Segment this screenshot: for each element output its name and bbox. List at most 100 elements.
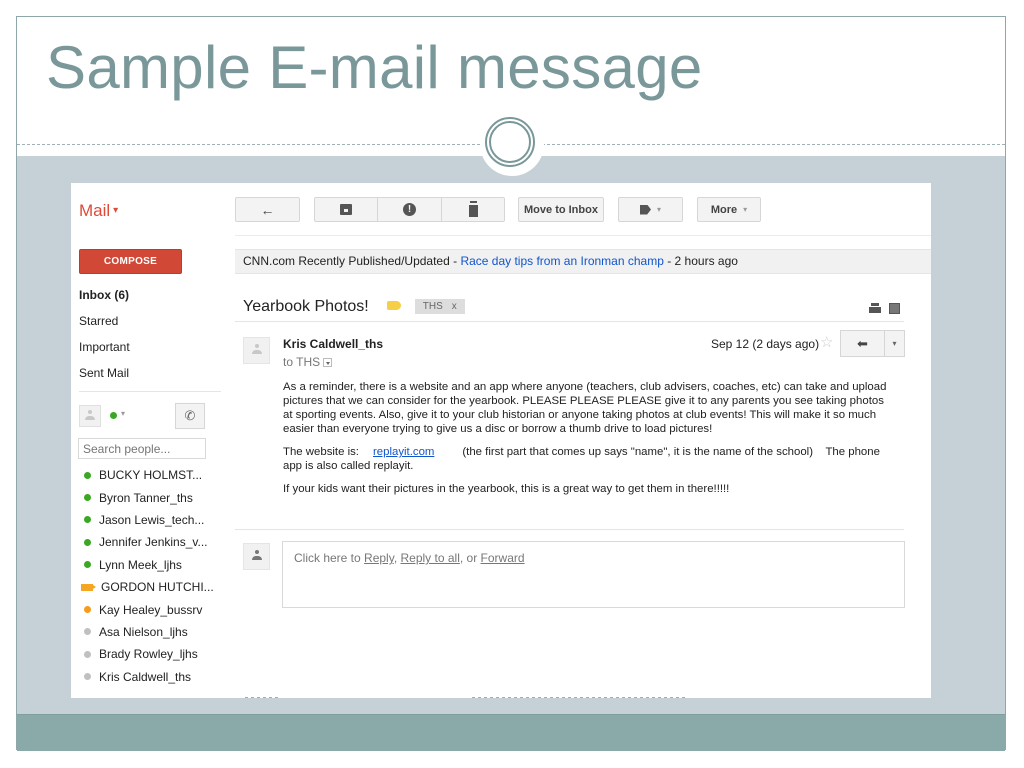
delete-button[interactable] (441, 197, 505, 222)
mail-label: Mail (79, 201, 111, 220)
contact-name: GORDON HUTCHI... (101, 580, 214, 595)
mail-menu[interactable]: Mail ▾ (79, 201, 118, 221)
subject-actions (869, 303, 900, 314)
body-paragraph: If your kids want their pictures in the … (283, 483, 730, 495)
search-people-input[interactable] (78, 438, 206, 459)
status-available-icon[interactable] (110, 412, 117, 419)
contact-name: Asa Nielson_ljhs (99, 624, 188, 639)
contact-item[interactable]: Kay Healey_bussrv (81, 598, 221, 620)
web-clip-source: CNN.com Recently Published/Updated (243, 254, 450, 268)
web-clip-bar: CNN.com Recently Published/Updated - Rac… (235, 249, 931, 274)
separator: - (663, 254, 675, 268)
status-available-icon (84, 538, 91, 546)
gmail-window: Mail ▾ ← ! Move to Inbox ▾ More ▾ COMPOSE (71, 183, 931, 698)
back-arrow-icon: ← (260, 201, 275, 218)
reply-link[interactable]: Reply (364, 551, 394, 565)
nav-item-starred[interactable]: Starred (79, 313, 219, 339)
sender-name[interactable]: Kris Caldwell_ths (283, 337, 383, 351)
status-offline-icon (84, 673, 91, 681)
sender-avatar (243, 337, 270, 364)
label-chip[interactable]: THS x (414, 299, 465, 314)
chevron-down-icon: ▾ (113, 205, 119, 216)
archive-button[interactable] (314, 197, 378, 222)
chat-controls: ▾ ✆ (79, 403, 221, 429)
call-button[interactable]: ✆ (175, 403, 205, 429)
person-icon (251, 550, 262, 562)
folder-nav: Inbox (6) Starred Important Sent Mail (79, 287, 219, 391)
contact-item[interactable]: Lynn Meek_ljhs (81, 554, 221, 576)
contact-item[interactable]: Byron Tanner_ths (81, 486, 221, 508)
new-window-icon[interactable] (889, 303, 900, 314)
my-avatar (243, 543, 270, 570)
quick-reply-box[interactable]: Click here to Reply, Reply to all, or Fo… (282, 541, 905, 608)
nav-item-inbox[interactable]: Inbox (6) (79, 287, 219, 313)
trash-icon (468, 202, 478, 217)
message-body: As a reminder, there is a website and an… (283, 380, 893, 505)
status-offline-icon (84, 628, 91, 636)
contact-item[interactable]: Asa Nielson_ljhs (81, 621, 221, 643)
reply-all-link[interactable]: Reply to all (401, 551, 460, 565)
reply-button[interactable]: ⬅ (840, 330, 885, 357)
clipped-footer (235, 692, 931, 698)
star-icon[interactable]: ☆ (820, 333, 833, 351)
medallion-ornament-icon (480, 112, 544, 176)
archive-icon (340, 204, 352, 215)
remove-label-icon[interactable]: x (452, 301, 457, 312)
separator: - (449, 254, 461, 268)
back-button[interactable]: ← (235, 197, 300, 222)
toolbar-divider (235, 235, 931, 236)
more-actions-button[interactable]: ▾ (884, 330, 905, 357)
subject-divider (235, 321, 904, 322)
contact-item[interactable]: Jennifer Jenkins_v... (81, 531, 221, 553)
web-clip-headline-link[interactable]: Race day tips from an Ironman champ (460, 254, 663, 268)
contact-item[interactable]: Jason Lewis_tech... (81, 509, 221, 531)
reply-prompt: Click here to (294, 551, 365, 565)
status-available-icon (84, 494, 91, 502)
footer-band (17, 714, 1005, 751)
contact-name: Jason Lewis_tech... (99, 512, 205, 527)
more-button[interactable]: More ▾ (697, 197, 761, 222)
contact-name: Kay Healey_bussrv (99, 602, 203, 617)
label-icon (639, 204, 651, 215)
contact-name: Kris Caldwell_ths (99, 669, 192, 684)
labels-button[interactable]: ▾ (618, 197, 683, 222)
contact-item[interactable]: Brady Rowley_ljhs (81, 643, 221, 665)
reply-icon: ⬅ (857, 336, 868, 351)
compose-button[interactable]: COMPOSE (79, 249, 182, 274)
nav-item-sent-mail[interactable]: Sent Mail (79, 365, 219, 391)
phone-icon: ✆ (184, 408, 196, 423)
person-icon (85, 410, 95, 422)
contact-item[interactable]: Kris Caldwell_ths (81, 666, 221, 688)
status-available-icon (84, 471, 91, 479)
contact-name: Jennifer Jenkins_v... (99, 535, 208, 550)
body-paragraph: The website is: replayit.com (the first pa… (283, 445, 893, 473)
status-available-icon (84, 561, 91, 569)
message-divider (235, 529, 904, 530)
contact-item[interactable]: GORDON HUTCHI... (81, 576, 221, 598)
move-to-inbox-button[interactable]: Move to Inbox (518, 197, 604, 222)
chevron-down-icon: ▾ (892, 339, 897, 348)
slide-title: Sample E-mail message (46, 34, 703, 101)
nav-item-important[interactable]: Important (79, 339, 219, 365)
person-icon (251, 344, 262, 356)
contact-item[interactable]: BUCKY HOLMST... (81, 464, 221, 486)
body-text: The website is: (283, 446, 359, 458)
chevron-down-icon: ▾ (743, 205, 748, 214)
status-idle-icon (84, 606, 91, 614)
nav-divider (79, 391, 221, 392)
contact-name: Brady Rowley_ljhs (99, 647, 198, 662)
spam-icon: ! (403, 203, 416, 216)
message-date: Sep 12 (2 days ago) (711, 337, 820, 351)
report-spam-button[interactable]: ! (377, 197, 442, 222)
chevron-down-icon: ▾ (656, 205, 661, 214)
print-icon[interactable] (869, 303, 881, 313)
website-link[interactable]: replayit.com (373, 446, 434, 458)
my-avatar[interactable] (79, 405, 101, 427)
more-label: More (710, 203, 738, 216)
separator: , (393, 551, 401, 565)
forward-link[interactable]: Forward (481, 551, 525, 565)
chevron-down-icon[interactable]: ▾ (121, 409, 125, 418)
show-details-icon[interactable] (323, 358, 333, 367)
video-camera-icon (81, 583, 96, 591)
importance-marker-icon[interactable] (386, 301, 401, 310)
